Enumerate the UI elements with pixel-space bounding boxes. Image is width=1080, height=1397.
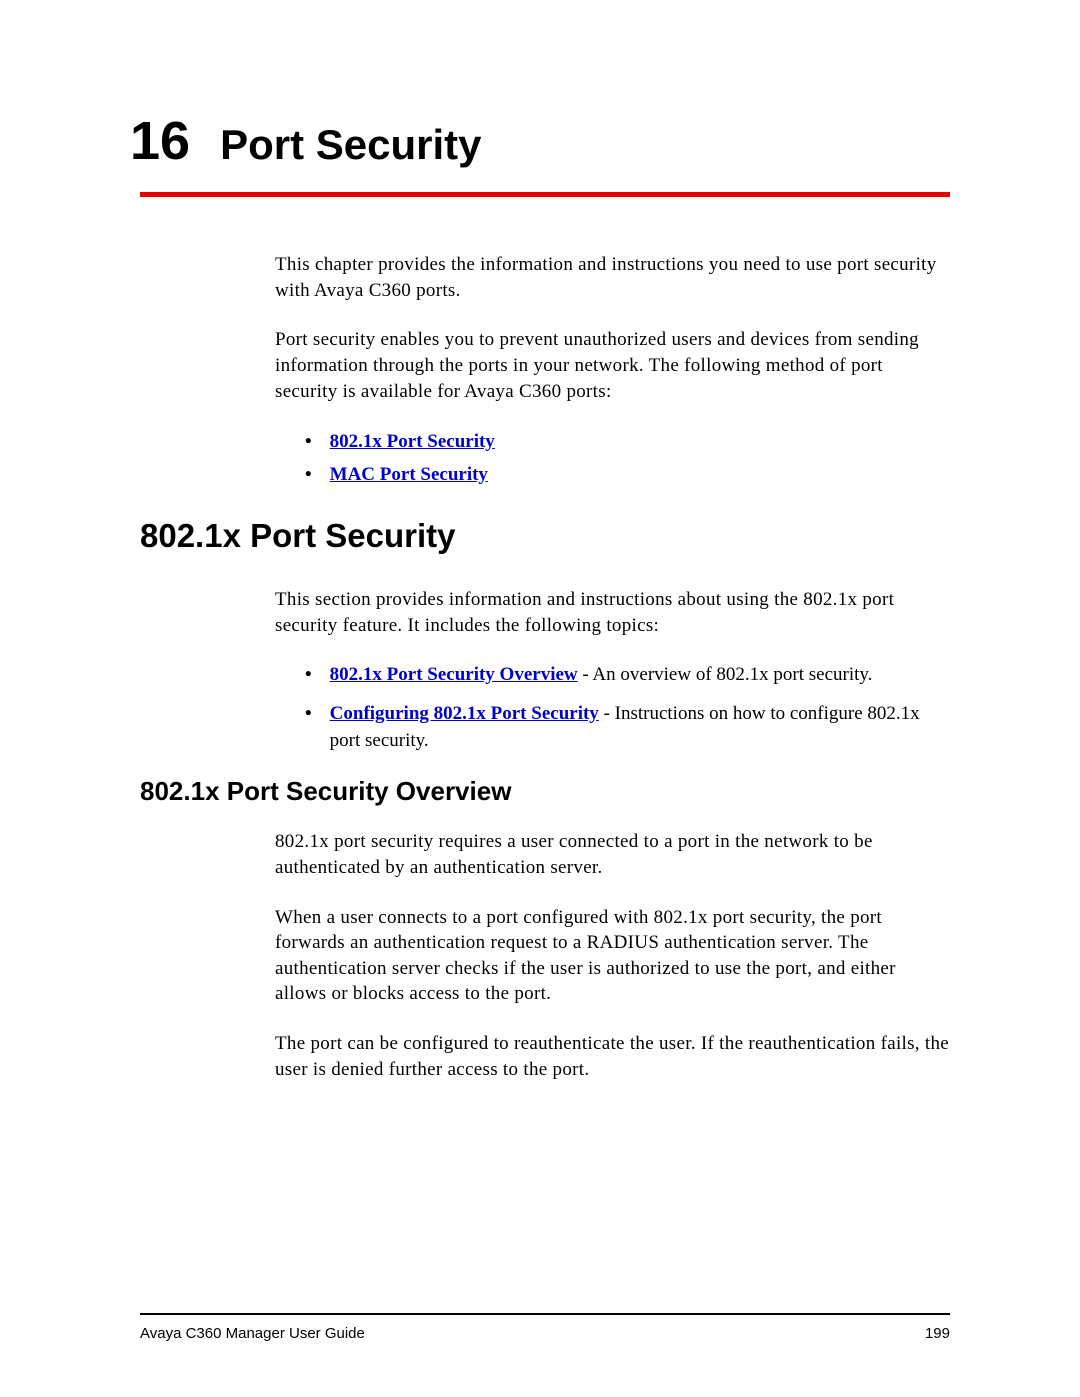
subsection1-paragraph-1: 802.1x port security requires a user con… (275, 829, 950, 880)
intro-paragraph-2: Port security enables you to prevent una… (275, 327, 950, 404)
bullet-marker: • (305, 461, 312, 490)
bullet-item: • Configuring 802.1x Port Security - Ins… (305, 701, 950, 754)
bullet-content: 802.1x Port Security Overview - An overv… (330, 662, 950, 689)
bullet-item: • MAC Port Security (305, 461, 950, 490)
link-8021x-port-security[interactable]: 802.1x Port Security (330, 428, 495, 457)
chapter-title: Port Security (220, 121, 481, 169)
bullet-marker: • (305, 701, 312, 754)
subsection1-paragraph-2: When a user connects to a port configure… (275, 905, 950, 1008)
bullet-item: • 802.1x Port Security (305, 428, 950, 457)
footer-rule (140, 1313, 950, 1315)
link-8021x-overview[interactable]: 802.1x Port Security Overview (330, 664, 578, 685)
intro-bullet-list: • 802.1x Port Security • MAC Port Securi… (305, 428, 950, 489)
section-heading-8021x: 802.1x Port Security (140, 517, 950, 555)
intro-paragraph-1: This chapter provides the information an… (275, 252, 950, 303)
chapter-number: 16 (130, 110, 190, 172)
header-rule (140, 192, 950, 197)
chapter-header: 16 Port Security (130, 110, 950, 172)
footer-page-number: 199 (925, 1325, 950, 1342)
section1-paragraph-1: This section provides information and in… (275, 587, 950, 638)
section1-bullet-list: • 802.1x Port Security Overview - An ove… (305, 662, 950, 754)
subsection1-paragraph-3: The port can be configured to reauthenti… (275, 1031, 950, 1082)
bullet-content: Configuring 802.1x Port Security - Instr… (330, 701, 950, 754)
bullet-marker: • (305, 662, 312, 689)
link-mac-port-security[interactable]: MAC Port Security (330, 461, 488, 490)
bullet-description: - An overview of 802.1x port security. (578, 664, 873, 685)
footer-content: Avaya C360 Manager User Guide 199 (140, 1325, 950, 1342)
footer-guide-name: Avaya C360 Manager User Guide (140, 1325, 365, 1342)
subsection-heading-overview: 802.1x Port Security Overview (140, 776, 950, 807)
link-configuring-8021x[interactable]: Configuring 802.1x Port Security (330, 703, 599, 724)
page-footer: Avaya C360 Manager User Guide 199 (130, 1313, 950, 1342)
bullet-item: • 802.1x Port Security Overview - An ove… (305, 662, 950, 689)
bullet-marker: • (305, 428, 312, 457)
